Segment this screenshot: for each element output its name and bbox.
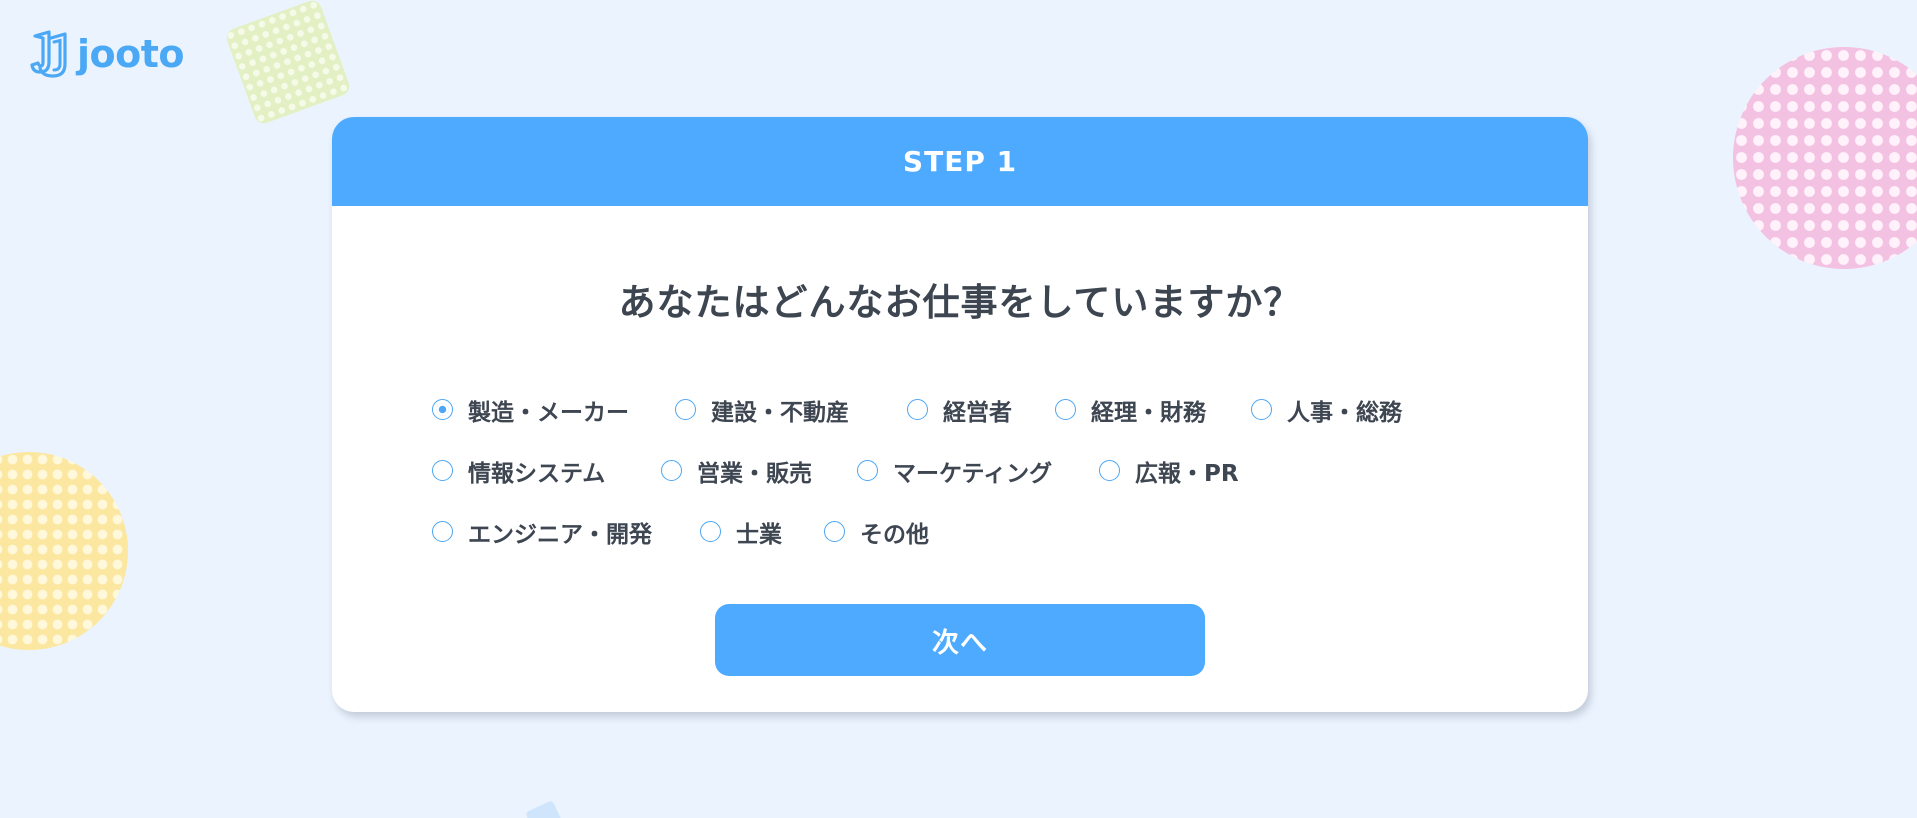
- radio-button[interactable]: [1099, 460, 1120, 481]
- radio-button[interactable]: [661, 460, 682, 481]
- option-label: 情報システム: [468, 460, 606, 487]
- radio-button[interactable]: [857, 460, 878, 481]
- option-marketing[interactable]: マーケティング: [857, 454, 1099, 488]
- next-button[interactable]: 次へ: [715, 604, 1205, 676]
- option-construction-realestate[interactable]: 建設・不動産: [675, 393, 907, 427]
- step-card: STEP 1 あなたはどんなお仕事をしていますか？ 製造・メーカー 建設・不動産…: [332, 117, 1588, 712]
- option-manufacturing[interactable]: 製造・メーカー: [432, 393, 675, 427]
- question-title: あなたはどんなお仕事をしていますか？: [618, 281, 1302, 324]
- option-label: マーケティング: [893, 460, 1053, 487]
- step-header: STEP 1: [332, 117, 1588, 206]
- option-label: エンジニア・開発: [468, 521, 652, 548]
- option-label: 人事・総務: [1287, 399, 1402, 426]
- option-label: 広報・PR: [1135, 460, 1239, 487]
- option-label: 建設・不動産: [711, 399, 849, 426]
- radio-button[interactable]: [1055, 399, 1076, 420]
- option-row: 製造・メーカー 建設・不動産 経営者 経理・財務 人事・総務: [432, 379, 1492, 440]
- jooto-logo-icon: [29, 30, 71, 78]
- option-sales[interactable]: 営業・販売: [661, 454, 857, 488]
- option-other[interactable]: その他: [824, 515, 929, 549]
- decorative-dotted-circle-yellow: [0, 452, 128, 650]
- logo-text: jooto: [77, 32, 185, 76]
- option-engineering-development[interactable]: エンジニア・開発: [432, 515, 700, 549]
- decorative-dotted-circle-pink: [1733, 47, 1917, 269]
- option-accounting-finance[interactable]: 経理・財務: [1055, 393, 1251, 427]
- occupation-options: 製造・メーカー 建設・不動産 経営者 経理・財務 人事・総務 情報システム 営業…: [432, 379, 1492, 562]
- option-label: その他: [860, 521, 929, 548]
- option-label: 営業・販売: [697, 460, 812, 487]
- option-licensed-professional[interactable]: 士業: [700, 515, 824, 549]
- radio-button[interactable]: [432, 460, 453, 481]
- decorative-dotted-square-green: [223, 0, 353, 127]
- logo[interactable]: jooto: [29, 30, 185, 78]
- radio-button[interactable]: [700, 521, 721, 542]
- radio-button[interactable]: [907, 399, 928, 420]
- radio-button[interactable]: [432, 521, 453, 542]
- option-pr[interactable]: 広報・PR: [1099, 454, 1239, 488]
- decorative-square-blue: [525, 800, 565, 818]
- option-row: 情報システム 営業・販売 マーケティング 広報・PR: [432, 440, 1492, 501]
- option-label: 経理・財務: [1091, 399, 1206, 426]
- option-label: 製造・メーカー: [468, 399, 629, 426]
- step-label: STEP 1: [902, 145, 1018, 178]
- radio-button[interactable]: [1251, 399, 1272, 420]
- option-row: エンジニア・開発 士業 その他: [432, 501, 1492, 562]
- option-label: 経営者: [943, 399, 1012, 426]
- page: jooto STEP 1 あなたはどんなお仕事をしていますか？ 製造・メーカー …: [0, 0, 1917, 818]
- option-label: 士業: [736, 521, 782, 548]
- radio-button[interactable]: [824, 521, 845, 542]
- option-hr-general-affairs[interactable]: 人事・総務: [1251, 393, 1402, 427]
- radio-button[interactable]: [675, 399, 696, 420]
- radio-button-checked[interactable]: [432, 399, 453, 420]
- option-executive[interactable]: 経営者: [907, 393, 1055, 427]
- option-information-systems[interactable]: 情報システム: [432, 454, 661, 488]
